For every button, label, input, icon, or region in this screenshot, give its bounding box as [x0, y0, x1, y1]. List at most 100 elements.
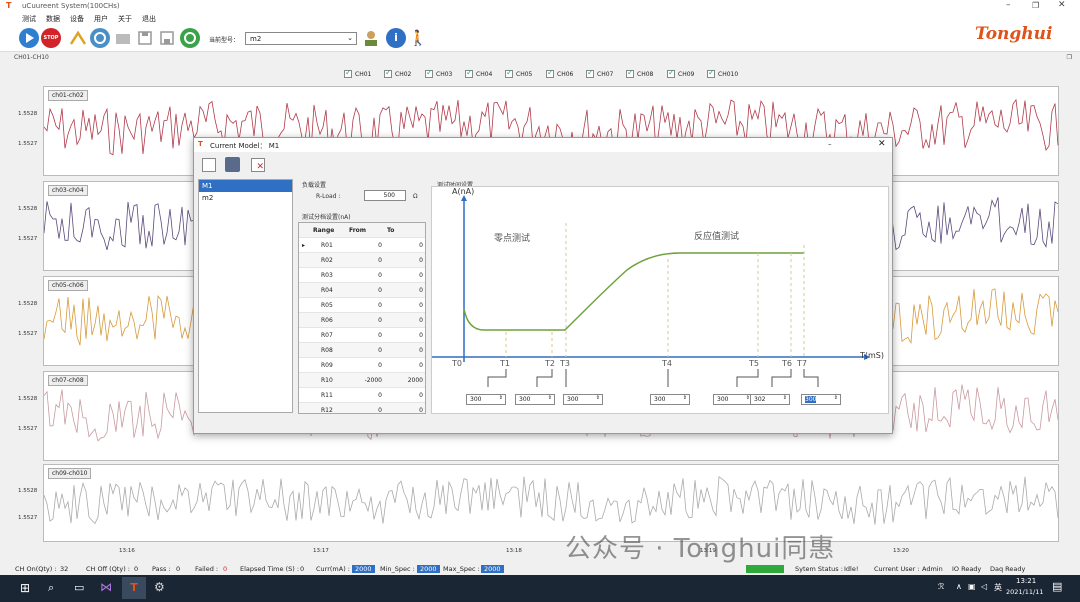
checkbox-ch05[interactable]: CH05: [505, 68, 532, 78]
open-folder-icon[interactable]: [113, 28, 133, 48]
menu-user[interactable]: 用户: [94, 14, 108, 24]
volume-icon[interactable]: ◁: [981, 582, 987, 591]
spin-t4[interactable]: 300 ⇕: [650, 394, 690, 405]
windows-start-icon[interactable]: ⊞: [20, 581, 30, 595]
from-cell[interactable]: -2000: [365, 377, 382, 384]
spin-arrows-icon[interactable]: ⇕: [683, 395, 687, 401]
tray-up-icon[interactable]: ∧: [956, 582, 962, 591]
spin-arrows-icon[interactable]: ⇕: [548, 395, 552, 401]
checkbox-ch08[interactable]: CH08: [626, 68, 653, 78]
checkbox-ch09[interactable]: CH09: [667, 68, 694, 78]
rload-input[interactable]: 500: [364, 190, 406, 201]
menu-data[interactable]: 数据: [46, 14, 60, 24]
from-cell[interactable]: 0: [378, 407, 382, 413]
from-cell[interactable]: 0: [378, 287, 382, 294]
from-cell[interactable]: 0: [378, 242, 382, 249]
to-cell[interactable]: 2000: [408, 377, 423, 384]
tool-taskbar-icon[interactable]: ⚙: [154, 580, 165, 594]
clock-date[interactable]: 2021/11/11: [1006, 588, 1043, 596]
range-cell[interactable]: R07: [321, 332, 333, 339]
list-item[interactable]: m2: [199, 192, 292, 204]
checkbox-ch01[interactable]: CH01: [344, 68, 371, 78]
spin-t2[interactable]: 300 ⇕: [515, 394, 555, 405]
restore-icon[interactable]: ❐: [1067, 54, 1072, 61]
spin-t6[interactable]: 302 ⇕: [750, 394, 790, 405]
minimize-icon[interactable]: –: [1006, 0, 1011, 10]
spin-arrows-icon[interactable]: ⇕: [596, 395, 600, 401]
spin-arrows-icon[interactable]: ⇕: [834, 395, 838, 401]
range-cell[interactable]: R12: [321, 407, 333, 413]
spin-t7[interactable]: 300 ⇕: [801, 394, 841, 405]
model-select[interactable]: m2 ⌄: [245, 32, 357, 45]
menu-about[interactable]: 关于: [118, 14, 132, 24]
spin-t1[interactable]: 300 ⇕: [466, 394, 506, 405]
play-icon[interactable]: [19, 28, 39, 48]
table-row[interactable]: R05 0 0: [299, 298, 425, 313]
notification-icon[interactable]: ▤: [1052, 580, 1062, 593]
from-cell[interactable]: 0: [378, 272, 382, 279]
table-row[interactable]: R09 0 0: [299, 358, 425, 373]
checkbox-ch04[interactable]: CH04: [465, 68, 492, 78]
clock-time[interactable]: 13:21: [1016, 577, 1036, 585]
list-item[interactable]: M1: [199, 180, 292, 192]
from-cell[interactable]: 0: [378, 317, 382, 324]
from-cell[interactable]: 0: [378, 302, 382, 309]
range-cell[interactable]: R09: [321, 362, 333, 369]
spin-t5[interactable]: 300 ⇕: [713, 394, 753, 405]
network-icon[interactable]: ▣: [968, 582, 976, 591]
task-view-icon[interactable]: ▭: [74, 581, 84, 594]
to-cell[interactable]: 0: [419, 242, 423, 249]
to-cell[interactable]: 0: [419, 392, 423, 399]
visual-studio-icon[interactable]: ⋈: [100, 580, 112, 594]
user-icon[interactable]: [361, 28, 381, 48]
search-icon[interactable]: ⌕: [48, 581, 54, 595]
table-row[interactable]: R04 0 0: [299, 283, 425, 298]
ime-indicator[interactable]: 英: [994, 582, 1002, 593]
delete-file-icon[interactable]: ✕: [251, 158, 265, 172]
reload-icon[interactable]: [180, 28, 200, 48]
from-cell[interactable]: 0: [378, 392, 382, 399]
dialog-minimize-icon[interactable]: –: [828, 140, 832, 148]
exit-walk-icon[interactable]: 🚶: [408, 28, 428, 48]
to-cell[interactable]: 0: [419, 407, 423, 413]
save-icon[interactable]: [225, 157, 240, 172]
to-cell[interactable]: 0: [419, 257, 423, 264]
refresh-icon[interactable]: [90, 28, 110, 48]
close-icon[interactable]: ✕: [1058, 0, 1066, 10]
to-cell[interactable]: 0: [419, 287, 423, 294]
new-file-icon[interactable]: [202, 158, 216, 172]
from-cell[interactable]: 0: [378, 257, 382, 264]
range-cell[interactable]: R05: [321, 302, 333, 309]
info-icon[interactable]: i: [386, 28, 406, 48]
to-cell[interactable]: 0: [419, 332, 423, 339]
checkbox-ch010[interactable]: CH010: [707, 68, 738, 78]
spin-t3[interactable]: 300 ⇕: [563, 394, 603, 405]
from-cell[interactable]: 0: [378, 347, 382, 354]
stop-button[interactable]: STOP: [41, 28, 61, 48]
checkbox-ch03[interactable]: CH03: [425, 68, 452, 78]
table-row[interactable]: ▸ R01 0 0: [299, 238, 425, 253]
save-as-icon[interactable]: [157, 28, 177, 48]
range-cell[interactable]: R10: [321, 377, 333, 384]
to-cell[interactable]: 0: [419, 317, 423, 324]
table-row[interactable]: R02 0 0: [299, 253, 425, 268]
checkbox-ch06[interactable]: CH06: [546, 68, 573, 78]
range-cell[interactable]: R04: [321, 287, 333, 294]
range-cell[interactable]: R06: [321, 317, 333, 324]
table-row[interactable]: R08 0 0: [299, 343, 425, 358]
to-cell[interactable]: 0: [419, 347, 423, 354]
checkbox-ch07[interactable]: CH07: [586, 68, 613, 78]
table-row[interactable]: R07 0 0: [299, 328, 425, 343]
menu-exit[interactable]: 退出: [142, 14, 156, 24]
dialog-close-icon[interactable]: ✕: [878, 139, 886, 149]
app-taskbar-icon[interactable]: T: [122, 577, 146, 599]
table-row[interactable]: R03 0 0: [299, 268, 425, 283]
range-cell[interactable]: R02: [321, 257, 333, 264]
table-row[interactable]: R06 0 0: [299, 313, 425, 328]
to-cell[interactable]: 0: [419, 302, 423, 309]
to-cell[interactable]: 0: [419, 272, 423, 279]
to-cell[interactable]: 0: [419, 362, 423, 369]
checkbox-ch02[interactable]: CH02: [384, 68, 411, 78]
from-cell[interactable]: 0: [378, 362, 382, 369]
people-icon[interactable]: ℛ: [938, 582, 944, 591]
